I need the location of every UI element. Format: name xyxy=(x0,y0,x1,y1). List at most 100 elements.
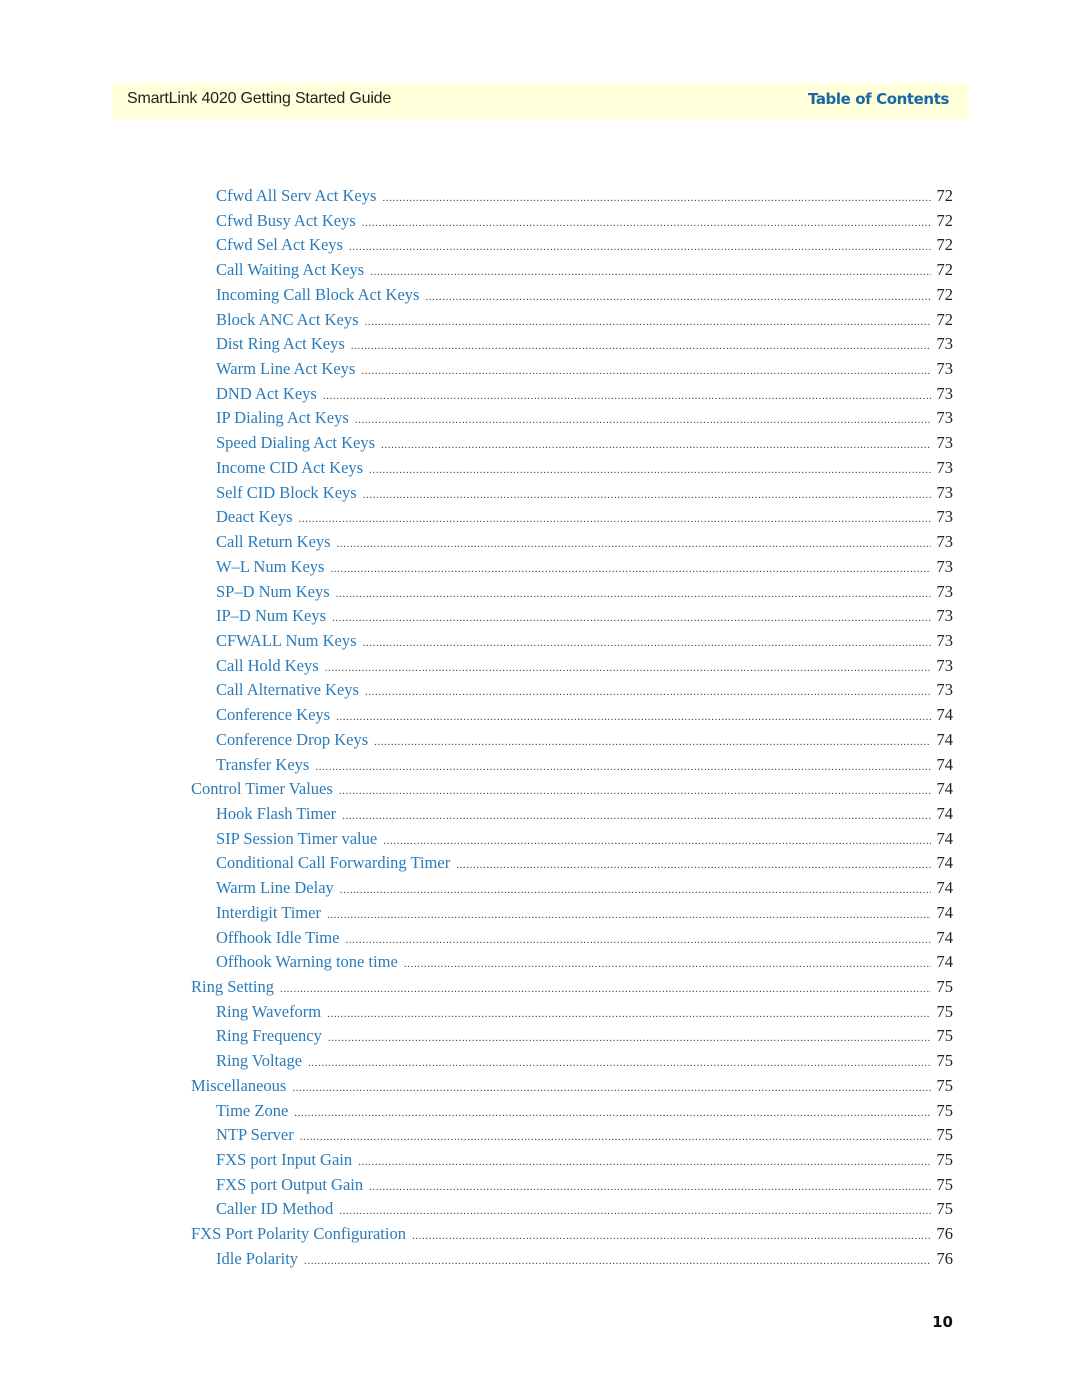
toc-entry-subsection[interactable]: Call Return Keys 73 xyxy=(0,530,1080,555)
toc-entry-page[interactable]: 73 xyxy=(931,654,954,679)
toc-entry-page[interactable]: 72 xyxy=(931,184,954,209)
toc-entry-label[interactable]: FXS port Output Gain xyxy=(216,1173,369,1198)
toc-entry-label[interactable]: Call Alternative Keys xyxy=(216,678,365,703)
toc-entry-page[interactable]: 75 xyxy=(931,1049,954,1074)
toc-entry-page[interactable]: 74 xyxy=(931,926,954,951)
toc-entry-label[interactable]: Caller ID Method xyxy=(216,1197,339,1222)
toc-entry-label[interactable]: Self CID Block Keys xyxy=(216,481,363,506)
toc-entry-subsection[interactable]: Deact Keys 73 xyxy=(0,505,1080,530)
toc-entry-subsection[interactable]: Offhook Warning tone time 74 xyxy=(0,950,1080,975)
toc-entry-subsection[interactable]: Income CID Act Keys 73 xyxy=(0,456,1080,481)
toc-entry-subsection[interactable]: NTP Server 75 xyxy=(0,1123,1080,1148)
toc-entry-page[interactable]: 74 xyxy=(931,703,954,728)
toc-entry-page[interactable]: 73 xyxy=(931,505,954,530)
toc-entry-label[interactable]: Cfwd All Serv Act Keys xyxy=(216,184,382,209)
toc-entry-subsection[interactable]: Conference Keys 74 xyxy=(0,703,1080,728)
toc-entry-subsection[interactable]: Block ANC Act Keys 72 xyxy=(0,308,1080,333)
toc-entry-page[interactable]: 76 xyxy=(931,1222,954,1247)
toc-entry-page[interactable]: 75 xyxy=(931,1074,954,1099)
toc-entry-label[interactable]: W–L Num Keys xyxy=(216,555,330,580)
toc-entry-label[interactable]: Control Timer Values xyxy=(191,777,339,802)
toc-entry-subsection[interactable]: FXS port Input Gain 75 xyxy=(0,1148,1080,1173)
toc-entry-label[interactable]: Warm Line Act Keys xyxy=(216,357,361,382)
toc-entry-subsection[interactable]: Cfwd Sel Act Keys 72 xyxy=(0,233,1080,258)
toc-entry-page[interactable]: 73 xyxy=(931,357,954,382)
toc-entry-subsection[interactable]: Idle Polarity 76 xyxy=(0,1247,1080,1272)
toc-entry-page[interactable]: 75 xyxy=(931,1173,954,1198)
toc-entry-page[interactable]: 74 xyxy=(931,728,954,753)
toc-entry-subsection[interactable]: Call Hold Keys 73 xyxy=(0,654,1080,679)
toc-entry-subsection[interactable]: Warm Line Act Keys 73 xyxy=(0,357,1080,382)
toc-entry-subsection[interactable]: Ring Frequency 75 xyxy=(0,1024,1080,1049)
toc-entry-page[interactable]: 75 xyxy=(931,1024,954,1049)
toc-entry-subsection[interactable]: Offhook Idle Time 74 xyxy=(0,926,1080,951)
toc-entry-subsection[interactable]: Cfwd Busy Act Keys 72 xyxy=(0,209,1080,234)
toc-entry-label[interactable]: Speed Dialing Act Keys xyxy=(216,431,381,456)
toc-entry-label[interactable]: CFWALL Num Keys xyxy=(216,629,363,654)
toc-entry-section[interactable]: FXS Port Polarity Configuration 76 xyxy=(0,1222,1080,1247)
toc-entry-label[interactable]: Miscellaneous xyxy=(191,1074,292,1099)
toc-entry-page[interactable]: 73 xyxy=(931,604,954,629)
toc-entry-label[interactable]: Call Hold Keys xyxy=(216,654,325,679)
toc-entry-subsection[interactable]: Ring Voltage 75 xyxy=(0,1049,1080,1074)
toc-entry-label[interactable]: SIP Session Timer value xyxy=(216,827,383,852)
toc-entry-page[interactable]: 73 xyxy=(931,332,954,357)
toc-entry-page[interactable]: 74 xyxy=(931,876,954,901)
toc-entry-label[interactable]: Conference Drop Keys xyxy=(216,728,374,753)
toc-entry-page[interactable]: 75 xyxy=(931,1123,954,1148)
toc-entry-page[interactable]: 74 xyxy=(931,753,954,778)
toc-entry-subsection[interactable]: Dist Ring Act Keys 73 xyxy=(0,332,1080,357)
toc-entry-label[interactable]: SP–D Num Keys xyxy=(216,580,336,605)
toc-entry-subsection[interactable]: Incoming Call Block Act Keys 72 xyxy=(0,283,1080,308)
toc-entry-label[interactable]: Call Waiting Act Keys xyxy=(216,258,370,283)
toc-entry-subsection[interactable]: FXS port Output Gain 75 xyxy=(0,1173,1080,1198)
toc-entry-subsection[interactable]: CFWALL Num Keys 73 xyxy=(0,629,1080,654)
toc-entry-label[interactable]: Conditional Call Forwarding Timer xyxy=(216,851,456,876)
toc-entry-label[interactable]: IP Dialing Act Keys xyxy=(216,406,355,431)
toc-entry-page[interactable]: 73 xyxy=(931,456,954,481)
toc-entry-label[interactable]: Ring Frequency xyxy=(216,1024,328,1049)
toc-entry-label[interactable]: Hook Flash Timer xyxy=(216,802,342,827)
toc-entry-subsection[interactable]: Call Alternative Keys 73 xyxy=(0,678,1080,703)
toc-entry-page[interactable]: 76 xyxy=(931,1247,954,1272)
toc-entry-label[interactable]: Transfer Keys xyxy=(216,753,315,778)
toc-entry-subsection[interactable]: Warm Line Delay 74 xyxy=(0,876,1080,901)
toc-entry-page[interactable]: 72 xyxy=(931,283,954,308)
toc-entry-page[interactable]: 74 xyxy=(931,950,954,975)
toc-entry-label[interactable]: Ring Setting xyxy=(191,975,280,1000)
toc-entry-label[interactable]: Ring Voltage xyxy=(216,1049,308,1074)
toc-entry-subsection[interactable]: Conference Drop Keys 74 xyxy=(0,728,1080,753)
toc-entry-section[interactable]: Miscellaneous 75 xyxy=(0,1074,1080,1099)
toc-entry-subsection[interactable]: Call Waiting Act Keys 72 xyxy=(0,258,1080,283)
toc-entry-subsection[interactable]: Ring Waveform 75 xyxy=(0,1000,1080,1025)
toc-entry-subsection[interactable]: W–L Num Keys 73 xyxy=(0,555,1080,580)
toc-entry-page[interactable]: 73 xyxy=(931,678,954,703)
toc-entry-subsection[interactable]: Transfer Keys 74 xyxy=(0,753,1080,778)
toc-entry-section[interactable]: Ring Setting 75 xyxy=(0,975,1080,1000)
toc-entry-page[interactable]: 74 xyxy=(931,827,954,852)
toc-entry-label[interactable]: DND Act Keys xyxy=(216,382,323,407)
toc-entry-label[interactable]: Block ANC Act Keys xyxy=(216,308,365,333)
toc-entry-section[interactable]: Control Timer Values 74 xyxy=(0,777,1080,802)
toc-entry-page[interactable]: 75 xyxy=(931,975,954,1000)
toc-entry-subsection[interactable]: SIP Session Timer value 74 xyxy=(0,827,1080,852)
toc-entry-page[interactable]: 73 xyxy=(931,530,954,555)
toc-entry-label[interactable]: Cfwd Sel Act Keys xyxy=(216,233,349,258)
toc-entry-label[interactable]: Deact Keys xyxy=(216,505,299,530)
toc-entry-subsection[interactable]: IP–D Num Keys 73 xyxy=(0,604,1080,629)
toc-entry-page[interactable]: 74 xyxy=(931,851,954,876)
toc-entry-label[interactable]: Warm Line Delay xyxy=(216,876,340,901)
toc-entry-page[interactable]: 73 xyxy=(931,382,954,407)
toc-entry-page[interactable]: 73 xyxy=(931,555,954,580)
toc-entry-page[interactable]: 72 xyxy=(931,209,954,234)
toc-entry-label[interactable]: Offhook Idle Time xyxy=(216,926,345,951)
toc-entry-subsection[interactable]: Caller ID Method 75 xyxy=(0,1197,1080,1222)
toc-entry-label[interactable]: Call Return Keys xyxy=(216,530,337,555)
toc-entry-page[interactable]: 75 xyxy=(931,1099,954,1124)
toc-entry-subsection[interactable]: Conditional Call Forwarding Timer 74 xyxy=(0,851,1080,876)
toc-entry-subsection[interactable]: Hook Flash Timer 74 xyxy=(0,802,1080,827)
toc-entry-label[interactable]: FXS Port Polarity Configuration xyxy=(191,1222,412,1247)
toc-entry-label[interactable]: Interdigit Timer xyxy=(216,901,327,926)
toc-entry-page[interactable]: 74 xyxy=(931,777,954,802)
toc-entry-subsection[interactable]: Cfwd All Serv Act Keys 72 xyxy=(0,184,1080,209)
